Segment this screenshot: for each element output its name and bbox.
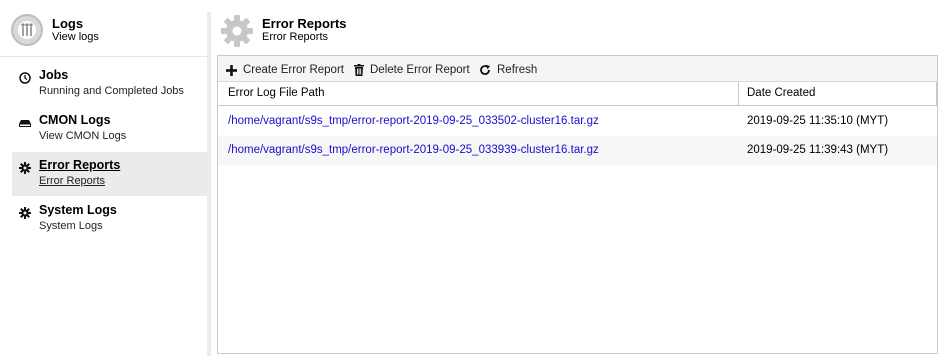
refresh-icon (480, 64, 490, 75)
delete-error-report-button[interactable]: Delete Error Report (354, 62, 470, 78)
sidebar-item-sublabel: View CMON Logs (39, 130, 127, 142)
refresh-label: Refresh (497, 64, 538, 76)
table-row[interactable]: /home/vagrant/s9s_tmp/error-report-2019-… (218, 107, 937, 136)
sidebar-item-label: Error Reports (39, 158, 121, 172)
logs-logo-icon (11, 14, 43, 46)
sidebar-item-sublabel: Error Reports (39, 175, 106, 187)
sidebar-item-system-logs[interactable]: System Logs System Logs (12, 197, 209, 241)
create-error-report-label: Create Error Report (243, 64, 344, 76)
page-header: Error Reports Error Reports (220, 14, 936, 54)
clock-icon (19, 72, 31, 84)
table-row[interactable]: /home/vagrant/s9s_tmp/error-report-2019-… (218, 136, 937, 165)
sidebar-item-label: System Logs (39, 203, 117, 217)
error-report-file-link[interactable]: /home/vagrant/s9s_tmp/error-report-2019-… (228, 115, 599, 127)
sidebar-item-label: CMON Logs (39, 113, 111, 127)
sidebar-item-error-reports[interactable]: Error Reports Error Reports (12, 152, 209, 196)
sidebar-item-cmon-logs[interactable]: CMON Logs View CMON Logs (12, 107, 209, 151)
date-created-cell: 2019-09-25 11:39:43 (MYT) (747, 144, 889, 156)
refresh-button[interactable]: Refresh (479, 62, 537, 78)
sidebar-item-sublabel: Running and Completed Jobs (39, 85, 184, 97)
drive-icon (19, 120, 31, 127)
column-header-date[interactable]: Date Created (747, 87, 815, 99)
trash-icon (354, 64, 364, 76)
error-report-file-link[interactable]: /home/vagrant/s9s_tmp/error-report-2019-… (228, 144, 599, 156)
sidebar-item-sublabel: System Logs (39, 220, 103, 232)
sidebar-divider (207, 12, 211, 356)
error-reports-panel: Create Error Report Delete Error Report … (217, 55, 938, 354)
sidebar-item-jobs[interactable]: Jobs Running and Completed Jobs (12, 62, 209, 106)
sidebar-title: Logs (52, 16, 84, 31)
table-header: Error Log File Path Date Created (218, 82, 937, 106)
gear-icon (19, 207, 31, 219)
toolbar: Create Error Report Delete Error Report … (218, 56, 937, 82)
column-divider (738, 82, 739, 106)
column-divider (936, 82, 937, 106)
delete-error-report-label: Delete Error Report (370, 64, 470, 76)
gear-icon (19, 162, 31, 174)
page-subtitle: Error Reports (262, 31, 329, 43)
column-header-path[interactable]: Error Log File Path (228, 87, 325, 99)
sidebar-item-label: Jobs (39, 68, 69, 82)
gear-icon (221, 15, 253, 47)
create-error-report-button[interactable]: Create Error Report (226, 62, 344, 78)
plus-icon (226, 64, 237, 76)
sidebar-subtitle: View logs (52, 31, 99, 43)
sidebar: Logs View logs Jobs Running and Complete… (0, 0, 209, 364)
page-title: Error Reports (262, 16, 347, 31)
date-created-cell: 2019-09-25 11:35:10 (MYT) (747, 115, 889, 127)
sidebar-header: Logs View logs (0, 0, 207, 57)
